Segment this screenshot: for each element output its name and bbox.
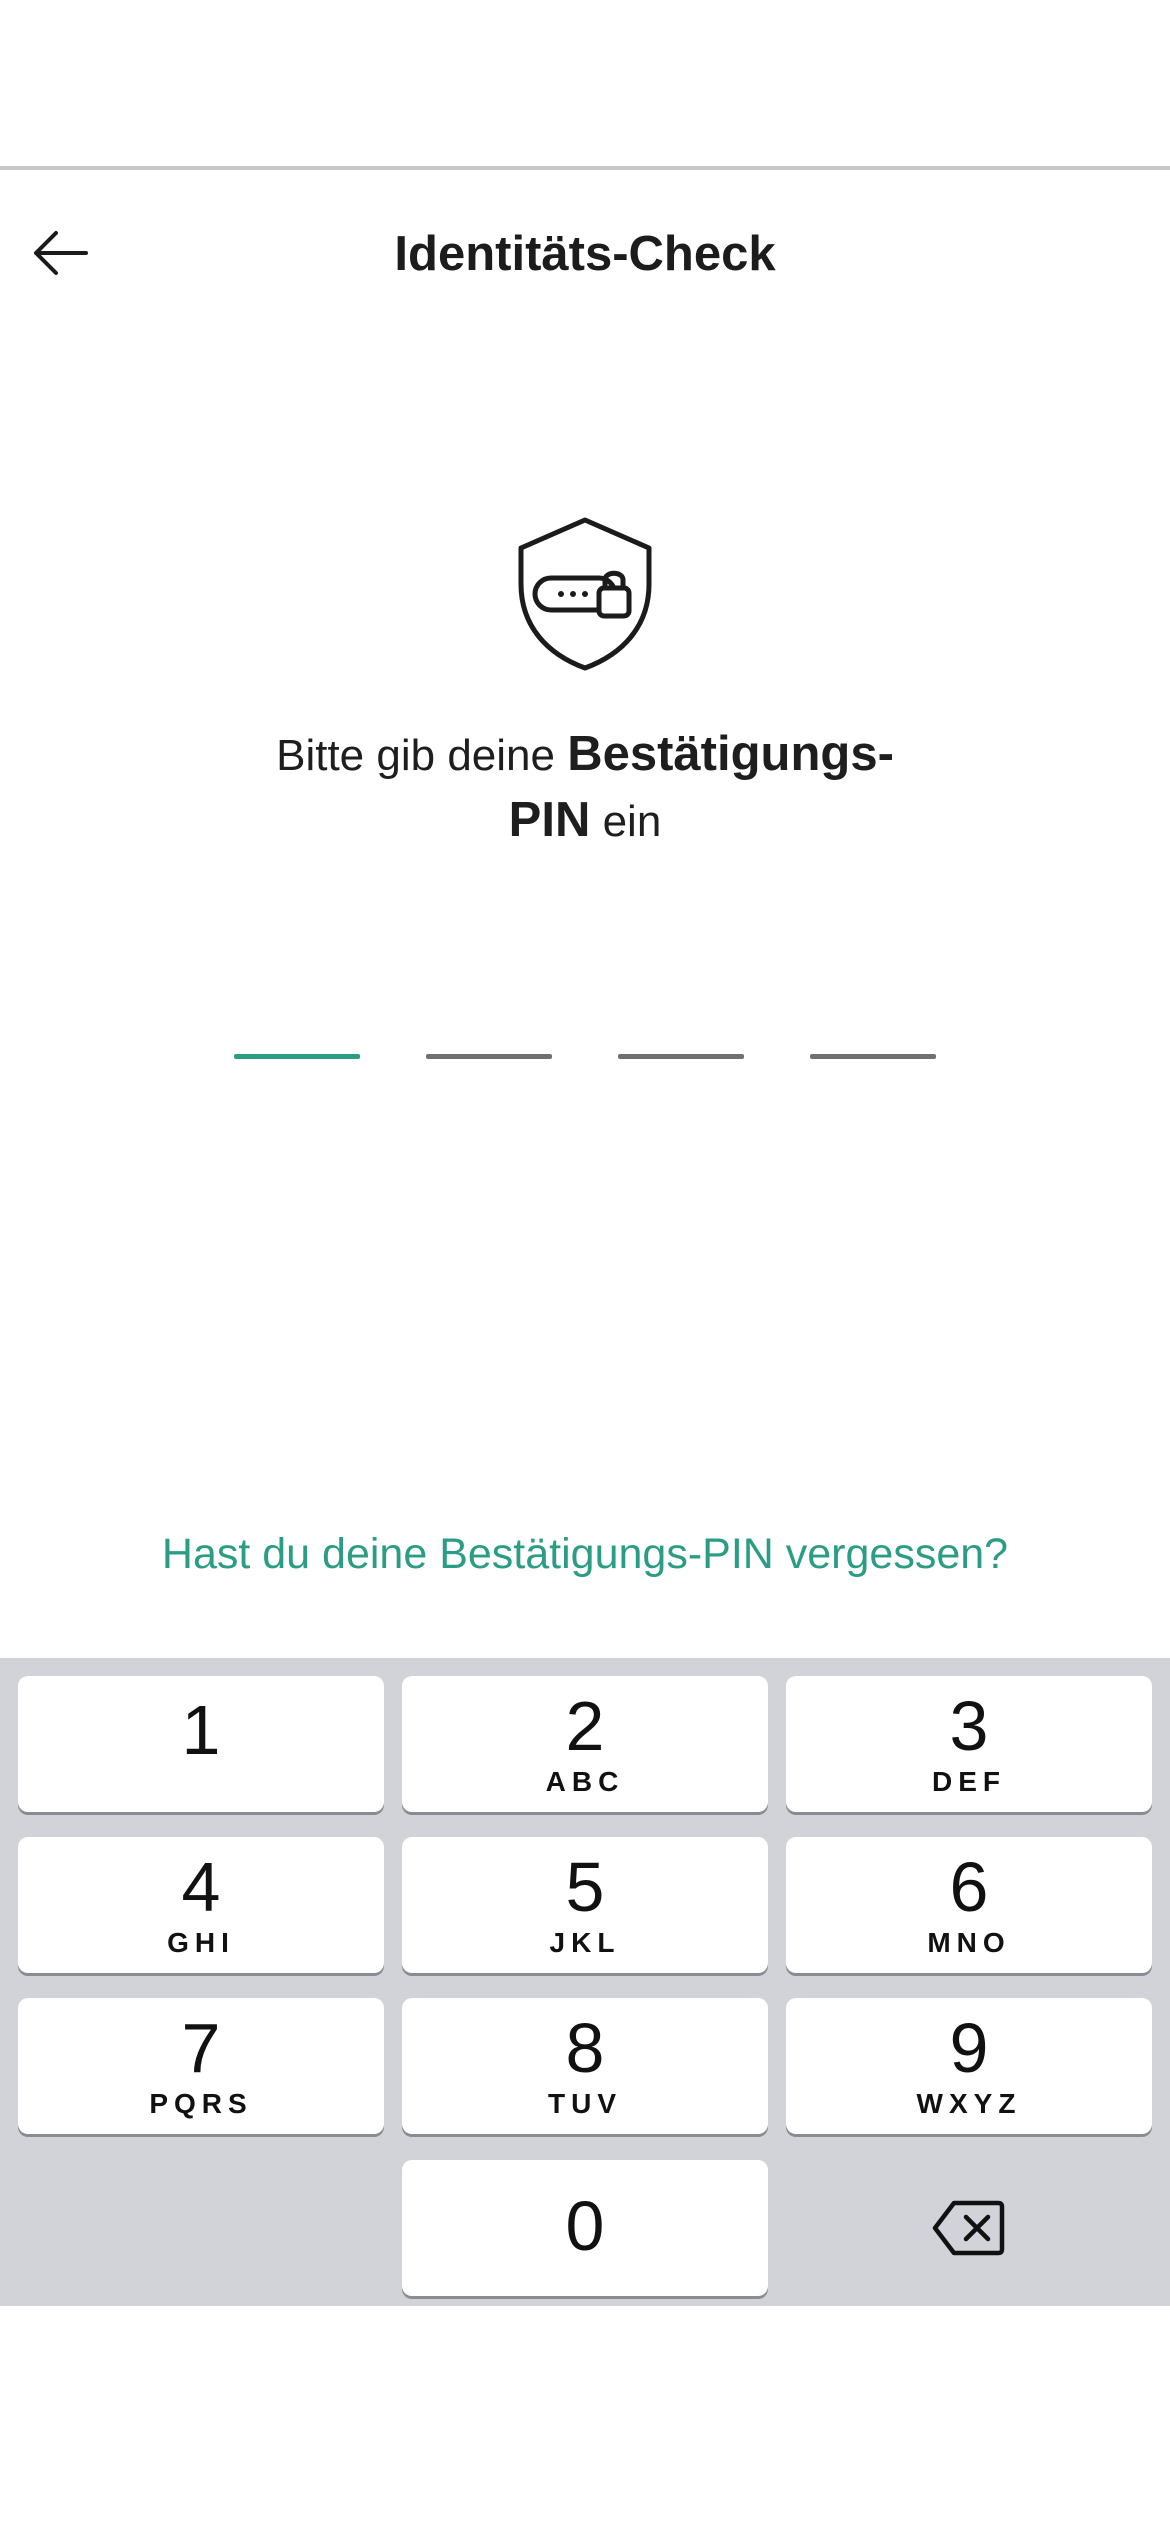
key-2[interactable]: 2 ABC bbox=[402, 1676, 768, 1812]
key-digit: 3 bbox=[949, 1687, 989, 1765]
key-digit: 5 bbox=[565, 1848, 605, 1926]
status-bar-area bbox=[0, 0, 1170, 168]
shield-lock-icon bbox=[518, 517, 652, 671]
key-letters: MNO bbox=[927, 1927, 1011, 1958]
pin-input[interactable] bbox=[0, 1054, 1170, 1062]
identity-check-sheet bbox=[0, 170, 1170, 1660]
key-4[interactable]: 4 GHI bbox=[18, 1837, 384, 1973]
pin-prompt: Bitte gib deine Bestätigungs- PIN ein bbox=[185, 722, 985, 854]
key-6[interactable]: 6 MNO bbox=[786, 1837, 1152, 1973]
pin-slot-4 bbox=[810, 1054, 936, 1059]
pin-slot-3 bbox=[618, 1054, 744, 1059]
prompt-text-after: ein bbox=[590, 797, 662, 846]
key-digit: 4 bbox=[181, 1848, 221, 1926]
forgot-pin-link[interactable]: Hast du deine Bestätigungs-PIN vergessen… bbox=[0, 1522, 1170, 1586]
pin-slot-1 bbox=[234, 1054, 360, 1059]
key-digit: 7 bbox=[181, 2009, 221, 2087]
key-letters: GHI bbox=[167, 1927, 235, 1958]
prompt-bold-1: Bestätigungs- bbox=[567, 727, 894, 781]
key-1[interactable]: 1 bbox=[18, 1676, 384, 1812]
prompt-text-before: Bitte gib deine bbox=[276, 731, 568, 780]
key-7[interactable]: 7 PQRS bbox=[18, 1998, 384, 2134]
key-3[interactable]: 3 DEF bbox=[786, 1676, 1152, 1812]
key-digit: 6 bbox=[949, 1848, 989, 1926]
key-letters: DEF bbox=[932, 1766, 1006, 1797]
key-letters: ABC bbox=[545, 1766, 625, 1797]
pin-slot-2 bbox=[426, 1054, 552, 1059]
key-0[interactable]: 0 bbox=[402, 2160, 768, 2296]
key-digit: 9 bbox=[949, 2009, 989, 2087]
key-9[interactable]: 9 WXYZ bbox=[786, 1998, 1152, 2134]
key-5[interactable]: 5 JKL bbox=[402, 1837, 768, 1973]
key-digit: 0 bbox=[565, 2187, 605, 2265]
key-digit: 8 bbox=[565, 2009, 605, 2087]
key-digit: 1 bbox=[181, 1691, 221, 1769]
key-digit: 2 bbox=[565, 1687, 605, 1765]
backspace-icon bbox=[932, 2200, 1005, 2256]
page-title: Identitäts-Check bbox=[394, 227, 776, 281]
key-letters: PQRS bbox=[149, 2088, 253, 2119]
prompt-bold-2: PIN bbox=[508, 793, 591, 847]
delete-key[interactable] bbox=[786, 2160, 1152, 2296]
key-letters: WXYZ bbox=[916, 2088, 1022, 2119]
key-8[interactable]: 8 TUV bbox=[402, 1998, 768, 2134]
home-indicator-area bbox=[0, 2306, 1170, 2532]
key-letters: JKL bbox=[549, 1927, 621, 1958]
key-letters: TUV bbox=[548, 2088, 622, 2119]
